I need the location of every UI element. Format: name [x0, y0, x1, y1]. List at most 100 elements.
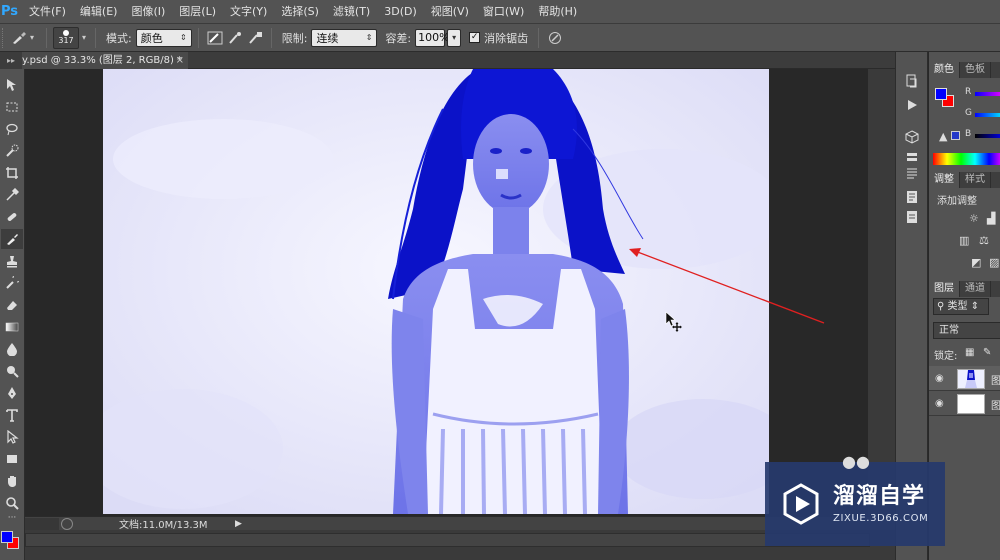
blur-tool[interactable] — [1, 339, 23, 359]
panel-foreground-swatch[interactable] — [935, 88, 947, 100]
healing-brush-tool[interactable] — [1, 207, 23, 227]
pressure-size-button[interactable] — [545, 28, 565, 48]
clone-stamp-tool[interactable] — [1, 251, 23, 271]
balance-scale-icon[interactable]: ⚖ — [979, 234, 989, 247]
layer-thumbnail — [957, 394, 985, 414]
canvas-workspace[interactable] — [25, 69, 895, 516]
notes-panel-button[interactable] — [902, 208, 922, 226]
zoom-tool[interactable] — [1, 493, 23, 513]
slider-b[interactable] — [975, 134, 1000, 138]
eraser-tool[interactable] — [1, 295, 23, 315]
sampling-continuous-button[interactable] — [205, 28, 225, 48]
brightness-icon[interactable]: ☼ — [969, 212, 979, 225]
eye-icon[interactable]: ◉ — [935, 398, 944, 409]
lock-transparent-icon[interactable]: ▦ — [965, 347, 974, 358]
status-menu-arrow-icon[interactable]: ▶ — [235, 519, 242, 529]
dodge-tool[interactable] — [1, 361, 23, 381]
eyedropper-tool[interactable] — [1, 185, 23, 205]
foreground-color-swatch[interactable] — [1, 531, 13, 543]
limit-label: 限制: — [281, 31, 308, 45]
gradient-map-icon[interactable]: ▨ — [989, 256, 999, 269]
watermark-badge: 溜溜自学 ZIXUE.3D66.COM — [765, 462, 945, 546]
threshold-icon[interactable]: ◩ — [971, 256, 981, 269]
gamut-swatch[interactable] — [951, 131, 960, 140]
menu-filter[interactable]: 滤镜(T) — [326, 0, 377, 24]
more-tools[interactable]: ··· — [1, 511, 23, 525]
quick-select-tool[interactable] — [1, 141, 23, 161]
vertical-scrollbar[interactable] — [868, 69, 895, 516]
character-panel-button[interactable] — [902, 164, 922, 182]
sampling-background-icon — [248, 31, 262, 44]
divider — [46, 27, 47, 48]
move-tool[interactable] — [1, 75, 23, 95]
tab-color[interactable]: 颜色 — [929, 62, 960, 78]
watermark-title: 溜溜自学 — [833, 484, 926, 509]
antialias-checkbox[interactable]: ✓ — [469, 32, 481, 43]
menu-file[interactable]: 文件(F) — [22, 0, 73, 24]
history-brush-tool[interactable] — [1, 273, 23, 293]
zoom-field[interactable] — [25, 517, 59, 530]
path-select-tool[interactable] — [1, 427, 23, 447]
tab-channels[interactable]: 通道 — [960, 281, 991, 297]
status-info-icon[interactable] — [61, 517, 73, 530]
layers-panel-tabs: 图层 通道 — [929, 281, 1000, 297]
brush-size-picker[interactable]: 317 — [53, 26, 79, 49]
tab-swatches[interactable]: 色板 — [960, 62, 991, 78]
watermark-url: ZIXUE.3D66.COM — [833, 513, 929, 524]
menu-type[interactable]: 文字(Y) — [223, 0, 274, 24]
menu-image[interactable]: 图像(I) — [124, 0, 172, 24]
menu-3d[interactable]: 3D(D) — [377, 0, 424, 24]
levels-icon[interactable]: ▟ — [987, 212, 995, 225]
tab-adjustments[interactable]: 调整 — [929, 172, 960, 188]
eye-icon[interactable]: ◉ — [935, 373, 944, 384]
blend-mode-value: 正常 — [939, 325, 959, 336]
pen-tool[interactable] — [1, 383, 23, 403]
layer-row[interactable]: ◉ 图 — [929, 366, 1000, 391]
layer-row[interactable]: ◉ 图 — [929, 391, 1000, 416]
actions-panel-button[interactable] — [902, 96, 922, 114]
shape-tool[interactable] — [1, 449, 23, 469]
menu-window[interactable]: 窗口(W) — [476, 0, 531, 24]
gradient-tool[interactable] — [1, 317, 23, 337]
tab-layers[interactable]: 图层 — [929, 281, 960, 297]
menu-view[interactable]: 视图(V) — [424, 0, 476, 24]
crop-tool[interactable] — [1, 163, 23, 183]
document-tab[interactable]: y.psd @ 33.3% (图层 2, RGB/8) * × — [0, 52, 188, 69]
collapse-panel-icon[interactable]: ▸▸ — [0, 52, 22, 69]
timeline-tab[interactable] — [25, 533, 870, 547]
tolerance-dropdown[interactable]: ▾ — [447, 28, 462, 47]
lasso-tool[interactable] — [1, 119, 23, 139]
layer-filter-select[interactable]: ⚲ 类型 ⇕ — [933, 298, 989, 315]
slider-r[interactable] — [975, 92, 1000, 96]
ellipsis-icon: ··· — [7, 513, 17, 523]
type-tool[interactable] — [1, 405, 23, 425]
marquee-tool[interactable] — [1, 97, 23, 117]
mode-select[interactable]: 颜色 ⇕ — [135, 28, 192, 47]
mode-label: 模式: — [106, 31, 132, 45]
hand-tool[interactable] — [1, 471, 23, 491]
tool-preset-picker[interactable]: ▾ — [8, 27, 40, 49]
sampling-background-button[interactable] — [245, 28, 265, 48]
lock-brush-icon[interactable]: ✎ — [983, 347, 991, 358]
menu-select[interactable]: 选择(S) — [274, 0, 326, 24]
color-replacement-tool[interactable] — [1, 229, 23, 249]
history-panel-button[interactable] — [902, 72, 922, 90]
menu-edit[interactable]: 编辑(E) — [73, 0, 125, 24]
document-icon — [907, 191, 917, 203]
chevron-down-icon[interactable]: ▾ — [79, 33, 89, 42]
3d-panel-button[interactable] — [902, 128, 922, 146]
menu-help[interactable]: 帮助(H) — [531, 0, 584, 24]
color-balance-icon[interactable]: ▥ — [959, 234, 969, 247]
menu-layer[interactable]: 图层(L) — [172, 0, 223, 24]
blend-mode-select[interactable]: 正常 — [933, 322, 1000, 339]
layer-thumbnail-image — [965, 370, 977, 388]
pen-icon — [8, 387, 16, 399]
color-spectrum[interactable] — [933, 153, 1000, 165]
close-tab-icon[interactable]: × — [176, 52, 184, 69]
sampling-once-button[interactable] — [225, 28, 245, 48]
limit-select[interactable]: 连续 ⇕ — [311, 28, 378, 47]
tab-styles[interactable]: 样式 — [960, 172, 991, 188]
tolerance-input[interactable]: 100% — [415, 28, 450, 47]
slider-g[interactable] — [975, 113, 1000, 117]
info-panel-button[interactable] — [902, 188, 922, 206]
